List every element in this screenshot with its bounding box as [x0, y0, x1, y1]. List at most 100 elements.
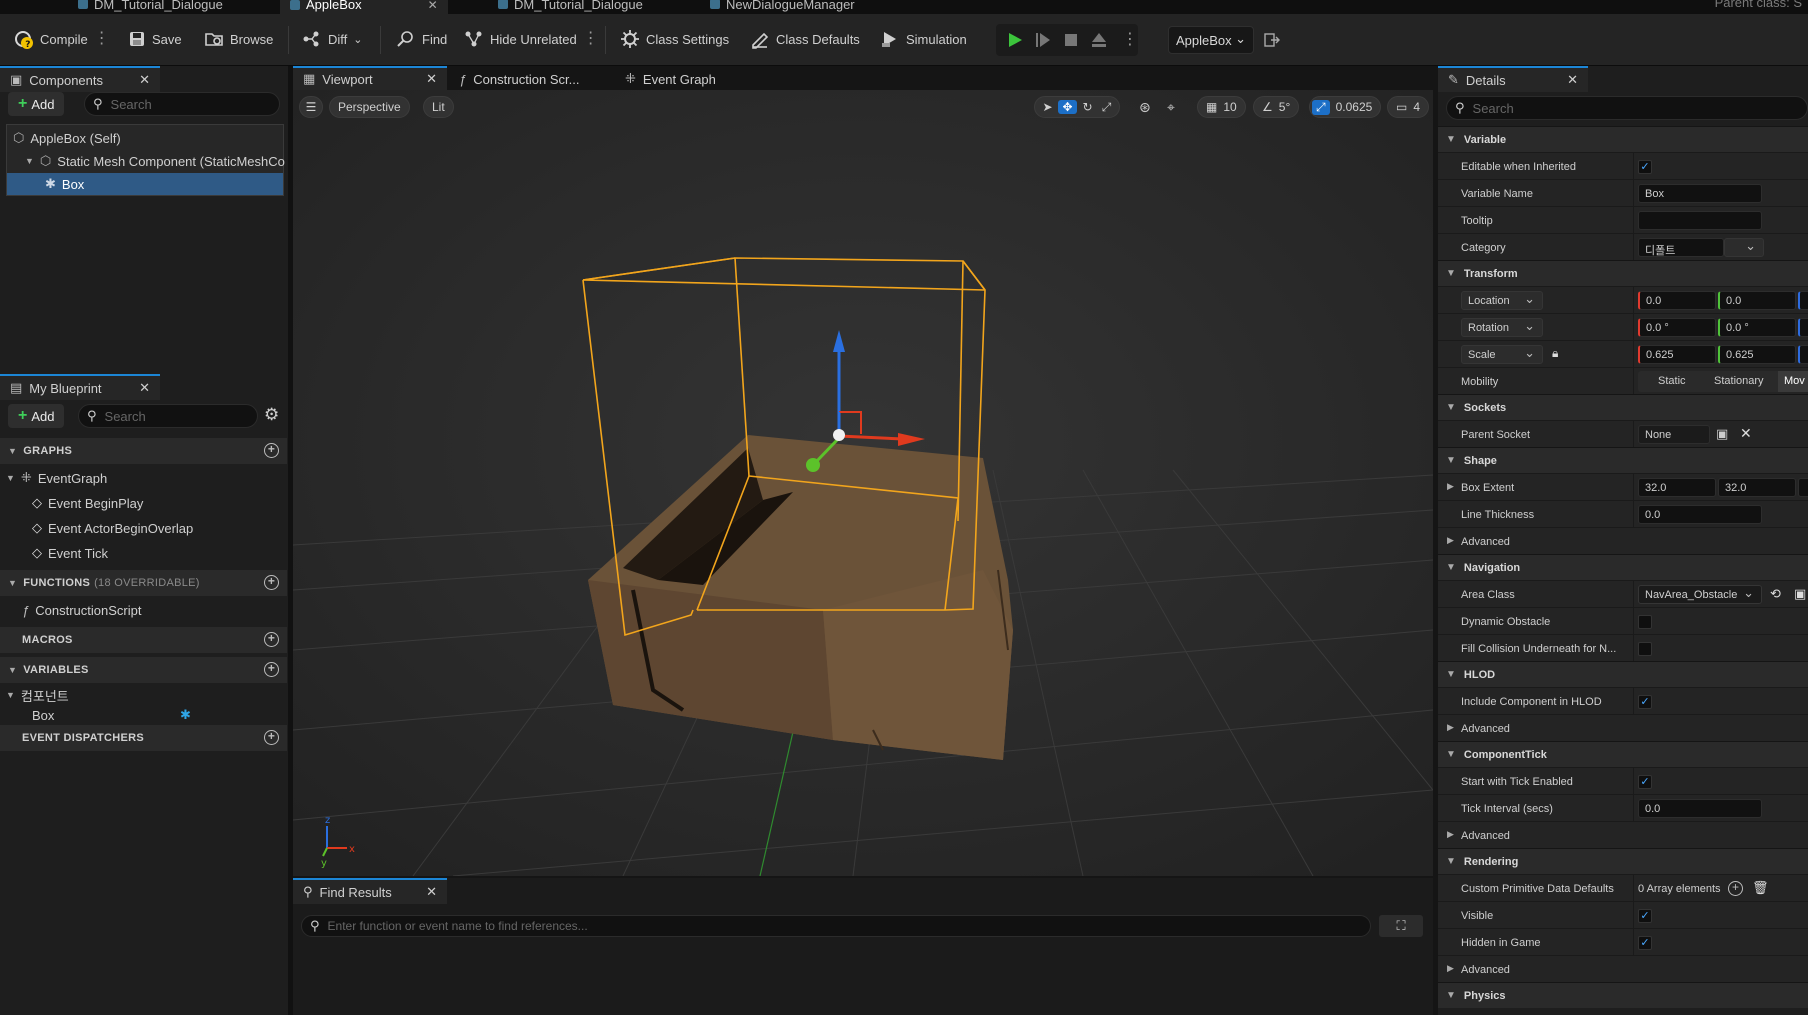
physics-category-header[interactable]: ▼ Physics	[1438, 982, 1808, 1008]
shape-advanced-row[interactable]: ▶ Advanced	[1438, 527, 1808, 554]
hlod-advanced-row[interactable]: ▶ Advanced	[1438, 714, 1808, 741]
transform-category-header[interactable]: ▼ Transform	[1438, 260, 1808, 286]
camera-speed-button[interactable]: ▭ 4	[1387, 96, 1430, 118]
parent-socket-field[interactable]: None	[1638, 425, 1710, 444]
scale-mode-icon[interactable]: ⤢	[1098, 100, 1115, 115]
class-defaults-button[interactable]: Class Defaults	[750, 26, 860, 52]
tab-dm-tutorial-dialogue-1[interactable]: DM_Tutorial_Dialogue	[78, 0, 223, 13]
functions-section-header[interactable]: ▼ FUNCTIONS (18 OVERRIDABLE) +	[0, 570, 287, 596]
grid-snap-button[interactable]: ▦ 10	[1197, 96, 1246, 118]
details-search-input[interactable]: ⚲ Search	[1446, 96, 1808, 120]
find-in-all-blueprints-button[interactable]: ⛶	[1379, 915, 1423, 937]
add-macro-icon[interactable]: +	[264, 632, 279, 647]
variable-name-field[interactable]: Box	[1638, 184, 1762, 203]
step-icon[interactable]	[1034, 31, 1052, 49]
eject-icon[interactable]	[1090, 31, 1108, 49]
lit-button[interactable]: Lit	[423, 96, 454, 118]
close-icon[interactable]: ✕	[426, 71, 437, 87]
tick-advanced-row[interactable]: ▶ Advanced	[1438, 821, 1808, 848]
category-dropdown[interactable]	[1724, 238, 1764, 257]
add-blueprint-item-button[interactable]: + Add	[8, 404, 65, 428]
clear-socket-icon[interactable]: ✕	[1740, 425, 1752, 442]
tree-item-construction-script[interactable]: ƒ ConstructionScript	[22, 599, 141, 621]
add-dispatcher-icon[interactable]: +	[264, 730, 279, 745]
rotation-x-field[interactable]: 0.0 °	[1638, 318, 1716, 337]
start-tick-checkbox[interactable]: ✓	[1638, 775, 1652, 789]
dynamic-obstacle-checkbox[interactable]	[1638, 615, 1652, 629]
variables-section-header[interactable]: ▼ VARIABLES +	[0, 657, 287, 683]
tab-applebox[interactable]: AppleBox ✕	[280, 0, 448, 14]
scale-y-field[interactable]: 0.625	[1718, 345, 1796, 364]
viewport-menu-button[interactable]: ☰	[299, 96, 323, 118]
location-z-field[interactable]	[1798, 291, 1808, 310]
rendering-advanced-row[interactable]: ▶ Advanced	[1438, 955, 1808, 982]
tree-item-self[interactable]: ⬡ AppleBox (Self)	[13, 127, 121, 149]
variable-category-header[interactable]: ▼ Variable	[1438, 126, 1808, 152]
close-icon[interactable]: ✕	[139, 72, 150, 88]
location-x-field[interactable]: 0.0	[1638, 291, 1716, 310]
add-graph-icon[interactable]: +	[264, 443, 279, 458]
browse-button[interactable]: Browse	[204, 26, 273, 52]
chevron-right-icon[interactable]: ▶	[1447, 481, 1454, 492]
mobility-stationary-option[interactable]: Stationary	[1714, 375, 1764, 387]
event-dispatchers-section-header[interactable]: EVENT DISPATCHERS +	[0, 725, 287, 751]
translate-mode-icon[interactable]: ✥	[1058, 100, 1077, 114]
rotate-mode-icon[interactable]: ↻	[1079, 100, 1096, 114]
compile-options-icon[interactable]: ⋮	[94, 31, 110, 47]
tab-find-results[interactable]: ⚲ Find Results ✕	[293, 878, 447, 904]
tick-interval-field[interactable]: 0.0	[1638, 799, 1762, 818]
class-settings-button[interactable]: Class Settings	[620, 26, 729, 52]
location-mode-dropdown[interactable]: Location	[1461, 291, 1543, 310]
mobility-static-option[interactable]: Static	[1658, 375, 1686, 387]
scale-z-field[interactable]	[1798, 345, 1808, 364]
tree-item-event-tick[interactable]: ◇ Event Tick	[32, 542, 108, 564]
tab-components[interactable]: ▣ Components ✕	[0, 66, 160, 92]
close-icon[interactable]: ✕	[428, 0, 438, 12]
hide-unrelated-options-icon[interactable]: ⋮	[583, 31, 599, 47]
tree-item-variable-box[interactable]: Box ✱	[32, 704, 272, 726]
tree-item-event-actorbeginoverlap[interactable]: ◇ Event ActorBeginOverlap	[32, 517, 193, 539]
browse-socket-icon[interactable]: ▣	[1716, 426, 1728, 442]
hlod-category-header[interactable]: ▼ HLOD	[1438, 661, 1808, 687]
debug-object-select[interactable]: AppleBox ⌄	[1168, 26, 1254, 54]
close-icon[interactable]: ✕	[139, 380, 150, 396]
location-y-field[interactable]: 0.0	[1718, 291, 1796, 310]
browse-debug-icon[interactable]	[1264, 32, 1280, 48]
add-function-icon[interactable]: +	[264, 575, 279, 590]
navigation-category-header[interactable]: ▼ Navigation	[1438, 554, 1808, 580]
lock-icon[interactable]: 🔒︎	[1552, 346, 1558, 361]
visible-checkbox[interactable]: ✓	[1638, 909, 1652, 923]
blueprint-search-input[interactable]: ⚲ Search	[78, 404, 258, 428]
tab-details[interactable]: ✎ Details ✕	[1438, 66, 1588, 92]
diff-button[interactable]: Diff ⌄	[302, 26, 362, 52]
tree-item-static-mesh[interactable]: ▼ ⬡ Static Mesh Component (StaticMeshCo	[25, 150, 285, 172]
shape-category-header[interactable]: ▼ Shape	[1438, 447, 1808, 473]
tab-new-dialogue-manager[interactable]: NewDialogueManager	[710, 0, 855, 13]
category-field[interactable]: 디폴트	[1638, 238, 1724, 257]
compile-button[interactable]: ? Compile ⋮	[12, 26, 110, 52]
rotation-y-field[interactable]: 0.0 °	[1718, 318, 1796, 337]
tree-item-variable-category[interactable]: ▼ 컴포넌트	[6, 684, 69, 706]
tab-dm-tutorial-dialogue-2[interactable]: DM_Tutorial_Dialogue	[498, 0, 643, 13]
scale-mode-dropdown[interactable]: Scale	[1461, 345, 1543, 364]
scale-snap-button[interactable]: ⤢ 0.0625	[1309, 96, 1382, 118]
component-tick-category-header[interactable]: ▼ ComponentTick	[1438, 741, 1808, 767]
save-button[interactable]: Save	[128, 26, 182, 52]
surface-snap-icon[interactable]: ⌖	[1167, 99, 1175, 116]
fill-collision-checkbox[interactable]	[1638, 642, 1652, 656]
box-extent-z-field[interactable]	[1798, 478, 1808, 497]
add-component-button[interactable]: + Add	[8, 92, 65, 116]
browse-asset-icon[interactable]: ▣	[1794, 586, 1806, 602]
add-variable-icon[interactable]: +	[264, 662, 279, 677]
editable-when-inherited-checkbox[interactable]: ✓	[1638, 160, 1652, 174]
world-local-icon[interactable]: ⊛	[1139, 99, 1151, 116]
box-extent-x-field[interactable]: 32.0	[1638, 478, 1716, 497]
stop-icon[interactable]	[1062, 31, 1080, 49]
find-results-input[interactable]: ⚲ Enter function or event name to find r…	[301, 915, 1371, 937]
use-selected-icon[interactable]: ⟲	[1770, 586, 1781, 602]
rotation-mode-dropdown[interactable]: Rotation	[1461, 318, 1543, 337]
find-button[interactable]: Find	[396, 26, 447, 52]
hidden-in-game-checkbox[interactable]: ✓	[1638, 936, 1652, 950]
area-class-dropdown[interactable]: NavArea_Obstacle	[1638, 585, 1762, 604]
perspective-button[interactable]: Perspective	[329, 96, 410, 118]
